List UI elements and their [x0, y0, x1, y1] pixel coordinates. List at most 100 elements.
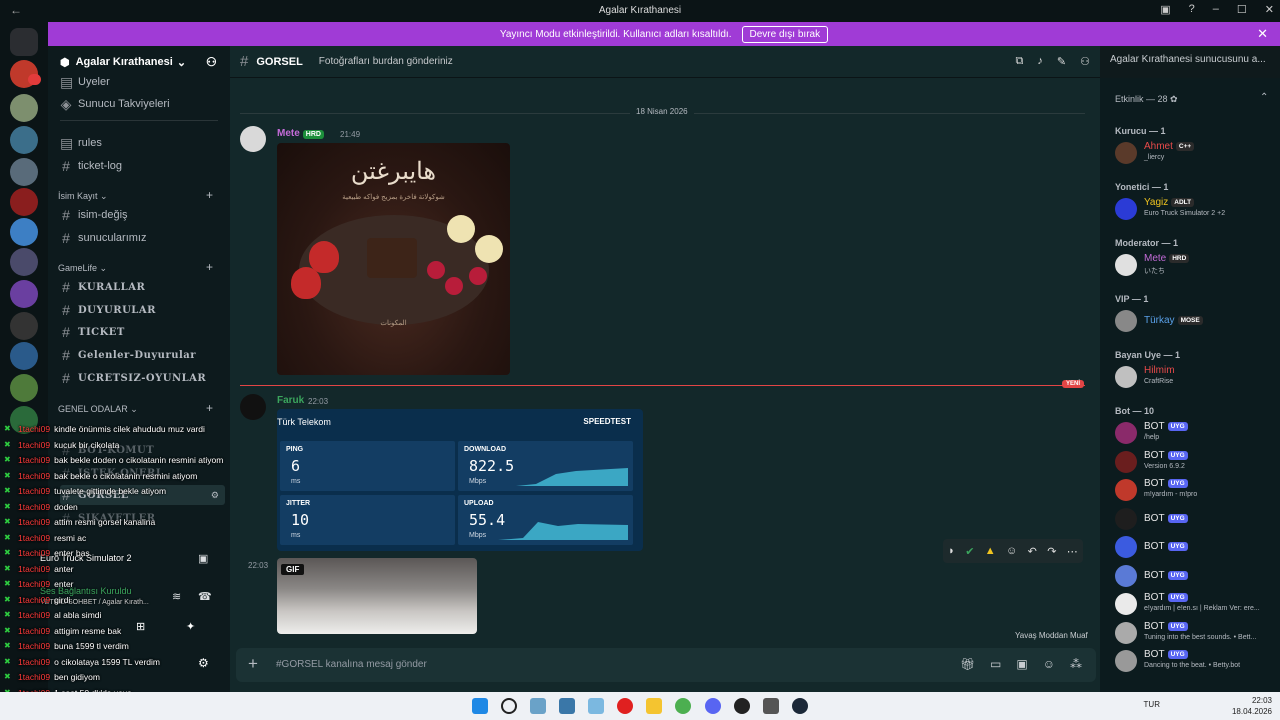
search-input[interactable]: Agalar Kırathanesi sunucusunu a...: [1110, 54, 1270, 71]
notifications-icon[interactable]: ♪: [1037, 55, 1043, 68]
app-icon[interactable]: [734, 698, 750, 714]
channel-isim-degis[interactable]: # isim-değiş: [60, 205, 127, 225]
attach-plus-icon[interactable]: +: [248, 654, 258, 674]
avatar[interactable]: [240, 126, 266, 152]
member-avatar[interactable]: [1115, 536, 1137, 558]
server-icon[interactable]: [10, 218, 38, 246]
channel-topic[interactable]: Fotoğrafları burdan gönderiniz: [319, 56, 453, 67]
app-icon[interactable]: [559, 698, 575, 714]
member-avatar[interactable]: [1115, 142, 1137, 164]
member-avatar[interactable]: [1115, 198, 1137, 220]
channel-kurallar[interactable]: # KURALLAR: [60, 277, 145, 297]
steam-icon[interactable]: [792, 698, 808, 714]
more-icon[interactable]: ⋯: [1067, 545, 1078, 558]
opera-icon[interactable]: [617, 698, 633, 714]
help-icon[interactable]: ?: [1189, 3, 1195, 16]
server-icon[interactable]: [10, 280, 38, 308]
member-name[interactable]: Ahmet C++: [1144, 141, 1195, 152]
close-window-button[interactable]: ✕: [1265, 3, 1274, 16]
emoji-icon[interactable]: ☺: [1043, 657, 1055, 671]
member-name[interactable]: BOT UYG: [1144, 649, 1188, 660]
add-member-icon[interactable]: ⚇: [206, 55, 217, 69]
member-avatar[interactable]: [1115, 650, 1137, 672]
channel-rules[interactable]: ▤ rules: [60, 133, 102, 153]
threads-icon[interactable]: ⧉: [1016, 55, 1024, 68]
channel-sunucu-takviyeleri[interactable]: ◈ Sunucu Takviyeleri: [60, 94, 170, 114]
member-avatar[interactable]: [1115, 479, 1137, 501]
app-icon[interactable]: [588, 698, 604, 714]
channel-ticket-log[interactable]: # ticket-log: [60, 156, 122, 176]
server-icon[interactable]: [10, 248, 38, 276]
message-author[interactable]: Mete HRD: [277, 128, 324, 139]
channel-ucretsiz-oyunlar[interactable]: # UCRETSIZ-OYUNLAR: [60, 368, 206, 388]
app-icon[interactable]: [530, 698, 546, 714]
discord-home-icon[interactable]: [10, 28, 38, 56]
gif-attachment[interactable]: GIF: [277, 558, 477, 634]
app-icon[interactable]: [763, 698, 779, 714]
gift-icon[interactable]: 🎁︎: [960, 657, 975, 671]
inbox-icon[interactable]: ▣: [1160, 3, 1170, 16]
maximize-button[interactable]: ☐: [1237, 3, 1247, 16]
disable-streamer-button[interactable]: Devre dışı bırak: [741, 25, 829, 43]
member-name[interactable]: BOT UYG: [1144, 421, 1188, 432]
avatar[interactable]: [240, 394, 266, 420]
member-avatar[interactable]: [1115, 450, 1137, 473]
member-avatar[interactable]: [1115, 507, 1137, 530]
member-avatar[interactable]: [1115, 254, 1137, 276]
forward-icon[interactable]: ↷: [1047, 545, 1056, 558]
apps-icon[interactable]: ⁂: [1070, 657, 1082, 671]
check-react-icon[interactable]: ✔: [965, 545, 974, 558]
member-avatar[interactable]: [1115, 593, 1137, 615]
server-icon[interactable]: [10, 158, 38, 186]
emoji-react-icon[interactable]: ◗: [948, 545, 955, 557]
member-name[interactable]: Mete HRD: [1144, 253, 1190, 264]
member-avatar[interactable]: [1115, 310, 1137, 332]
message-input[interactable]: #GORSEL kanalına mesaj gönder: [276, 659, 427, 670]
pin-icon[interactable]: ✎: [1057, 55, 1066, 68]
channel-gelenler-duyurular[interactable]: # Gelenler-Duyurular: [60, 345, 196, 365]
collapse-chevron-icon[interactable]: ⌃: [1260, 92, 1268, 103]
add-channel-icon[interactable]: +: [206, 260, 213, 274]
category-genel-odalar[interactable]: GENEL ODALAR ⌄: [58, 404, 138, 415]
add-channel-icon[interactable]: +: [206, 401, 213, 415]
minimize-button[interactable]: –: [1213, 3, 1219, 16]
reply-icon[interactable]: ↶: [1028, 545, 1037, 558]
member-name[interactable]: BOT UYG: [1144, 621, 1188, 632]
channel-duyurular[interactable]: # DUYURULAR: [60, 300, 156, 320]
member-avatar[interactable]: [1115, 621, 1137, 644]
file-explorer-icon[interactable]: [646, 698, 662, 714]
member-name[interactable]: BOT UYG: [1144, 513, 1188, 524]
channel-uyeler[interactable]: ▤ Uyeler: [60, 72, 110, 92]
server-icon[interactable]: [10, 342, 38, 370]
add-reaction-icon[interactable]: ☺: [1006, 545, 1017, 557]
member-name[interactable]: BOT UYG: [1144, 570, 1188, 581]
member-name[interactable]: BOT UYG: [1144, 478, 1188, 489]
server-icon[interactable]: [10, 374, 38, 402]
server-icon[interactable]: [10, 126, 38, 154]
channel-ticket[interactable]: # TICKET: [60, 322, 125, 342]
message-author[interactable]: Faruk: [277, 395, 304, 406]
member-name[interactable]: Türkay MOSE: [1144, 315, 1203, 326]
member-name[interactable]: BOT UYG: [1144, 592, 1188, 603]
chocolate-image-attachment[interactable]: هايبرغتن شوكولاتة فاخرة بمزيج فواكه طبيع…: [277, 143, 510, 375]
start-icon[interactable]: [472, 698, 488, 714]
category-isim-kayit[interactable]: İsim Kayıt ⌄: [58, 191, 108, 202]
speedtest-image-attachment[interactable]: Türk Telekom SPEEDTEST PING 6 ms DOWNLOA…: [277, 409, 643, 551]
member-name[interactable]: Yagiz ADLT: [1144, 197, 1195, 208]
member-avatar[interactable]: [1115, 422, 1137, 444]
discord-icon[interactable]: [705, 698, 721, 714]
server-icon[interactable]: [10, 188, 38, 216]
member-avatar[interactable]: [1115, 564, 1137, 587]
add-channel-icon[interactable]: +: [206, 188, 213, 202]
thumbs-up-icon[interactable]: ▲: [985, 545, 996, 557]
category-gamelife[interactable]: GameLife ⌄: [58, 263, 107, 274]
language-indicator[interactable]: TUR: [1144, 700, 1160, 709]
server-icon[interactable]: [10, 312, 38, 340]
gif-icon[interactable]: ▭: [990, 657, 1001, 671]
member-avatar[interactable]: [1115, 366, 1137, 388]
member-list-icon[interactable]: ⚇: [1080, 55, 1090, 68]
banner-close-icon[interactable]: ✕: [1257, 26, 1268, 42]
member-name[interactable]: Hilmim: [1144, 365, 1175, 376]
activity-header[interactable]: Etkinlik — 28 ✿: [1115, 94, 1178, 105]
channel-sunucularimiz[interactable]: # sunucularımız: [60, 228, 146, 248]
